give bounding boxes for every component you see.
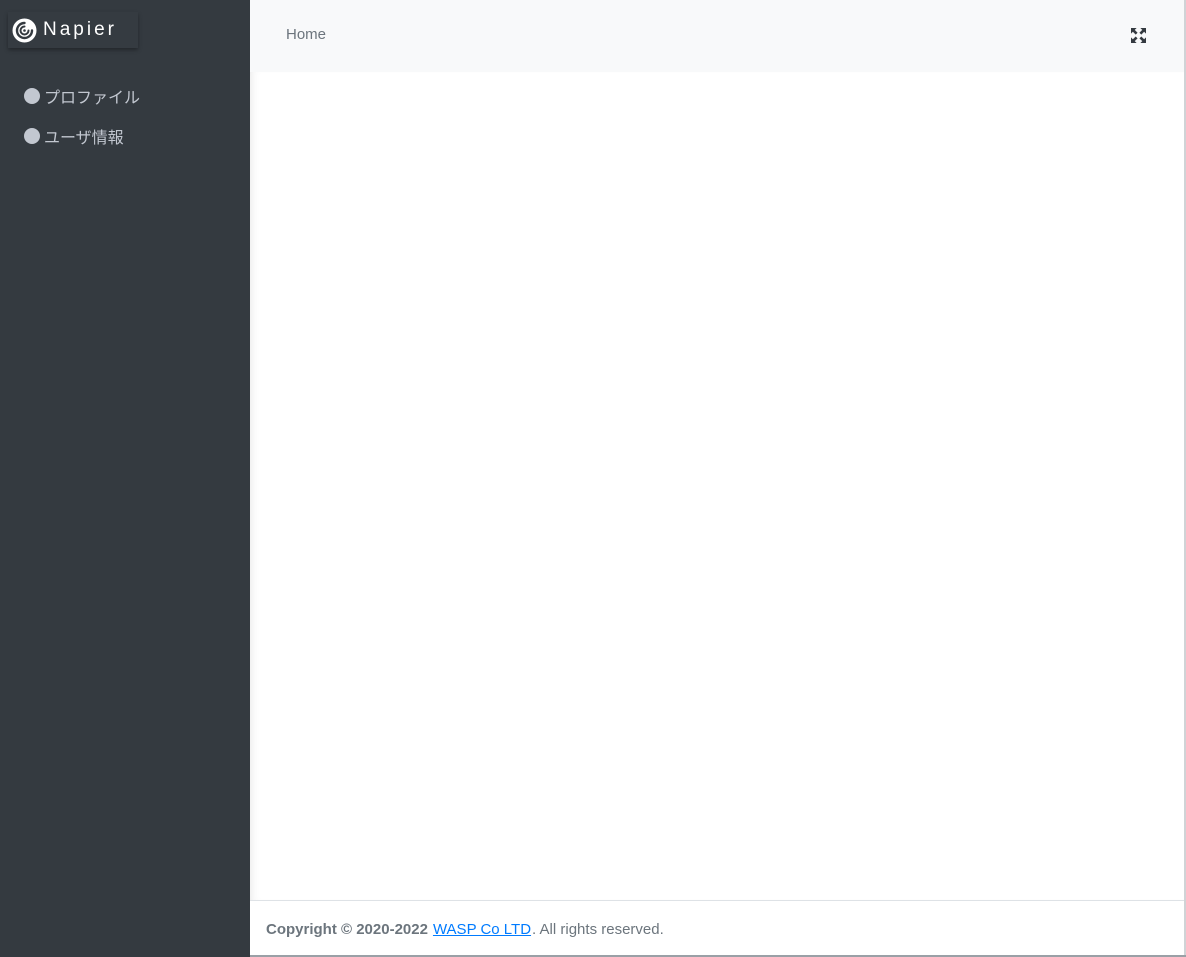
sidebar-item-user-info[interactable]: ユーザ情報 <box>0 120 250 152</box>
app-root: Napier プロファイル ユーザ情報 Home Copyright © 202… <box>0 0 1186 957</box>
brand-link[interactable]: Napier <box>8 12 138 48</box>
footer: Copyright © 2020-2022 WASP Co LTD . All … <box>250 900 1184 957</box>
fullscreen-button[interactable] <box>1130 27 1146 43</box>
main-content <box>250 72 1184 900</box>
expand-icon <box>1130 27 1146 43</box>
sidebar-item-label: プロファイル <box>44 90 141 107</box>
brand-name: Napier <box>43 19 117 40</box>
sidebar-item-profile[interactable]: プロファイル <box>0 80 250 112</box>
company-link[interactable]: WASP Co LTD <box>433 921 531 938</box>
copyright-text: Copyright © 2020-2022 <box>266 920 428 938</box>
sidebar-item-label: ユーザ情報 <box>44 130 124 147</box>
sidebar-nav: プロファイル ユーザ情報 <box>0 80 250 160</box>
sidebar: Napier プロファイル ユーザ情報 <box>0 0 250 957</box>
circle-icon <box>24 88 40 104</box>
swirl-logo-icon <box>12 18 37 43</box>
circle-icon <box>24 128 40 144</box>
home-link[interactable]: Home <box>286 26 326 43</box>
top-navbar: Home <box>250 0 1184 72</box>
rights-text: . All rights reserved. <box>532 920 664 938</box>
